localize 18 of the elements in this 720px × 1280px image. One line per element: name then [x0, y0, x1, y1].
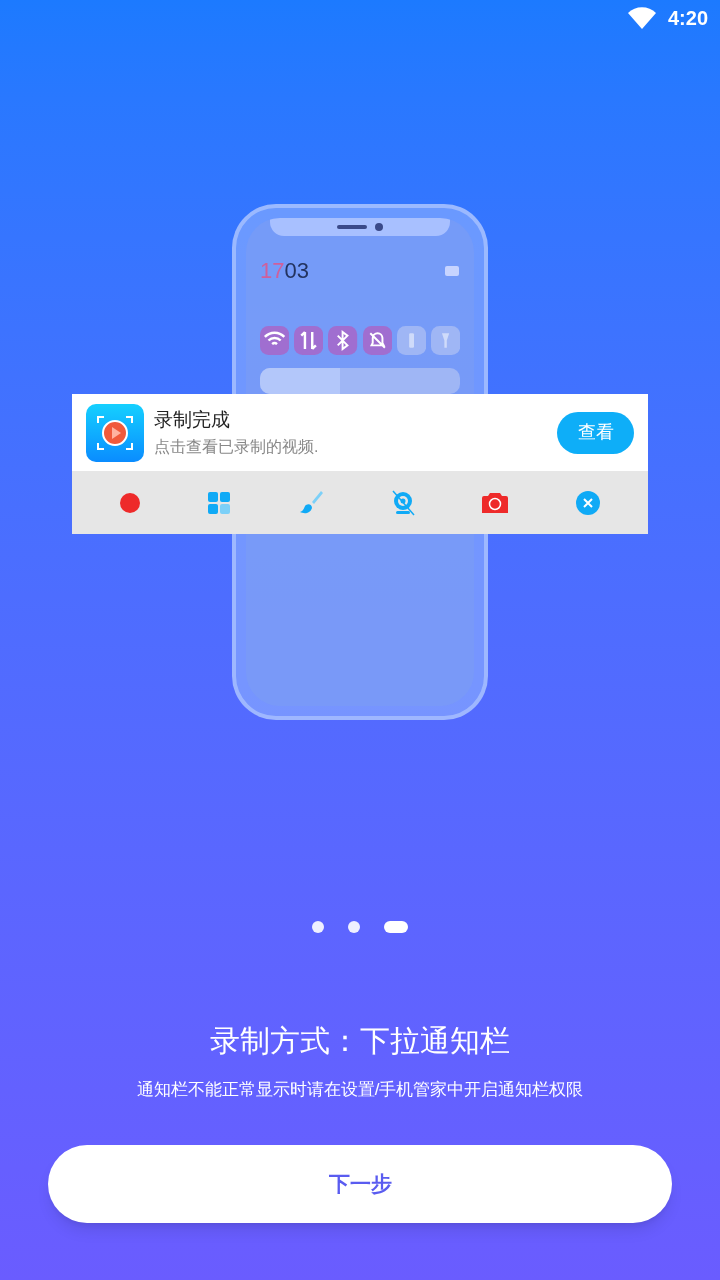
cast-icon — [444, 263, 460, 278]
webcam-off-icon[interactable] — [390, 489, 417, 516]
clock-minute: 03 — [284, 257, 309, 285]
page-subtitle: 通知栏不能正常显示时请在设置/手机管家中开启通知栏权限 — [136, 1079, 584, 1101]
app-icon — [86, 403, 144, 462]
close-icon[interactable] — [574, 489, 601, 516]
clock-hour: 17 — [260, 257, 285, 285]
camera-icon[interactable] — [482, 490, 509, 515]
record-icon[interactable] — [119, 491, 142, 514]
next-button[interactable]: 下一步 — [48, 1144, 672, 1223]
notification-text: 点击查看已录制的视频. — [154, 436, 320, 457]
notification-title: 录制完成 — [154, 408, 231, 433]
notification-card[interactable]: 录制完成 点击查看已录制的视频. 查看 — [72, 394, 648, 471]
view-button[interactable]: 查看 — [557, 411, 634, 454]
grid-icon[interactable] — [207, 490, 232, 515]
status-time: 4:20 — [667, 6, 708, 31]
page-title: 录制方式：下拉通知栏 — [210, 1023, 510, 1059]
wifi-icon — [627, 7, 656, 29]
